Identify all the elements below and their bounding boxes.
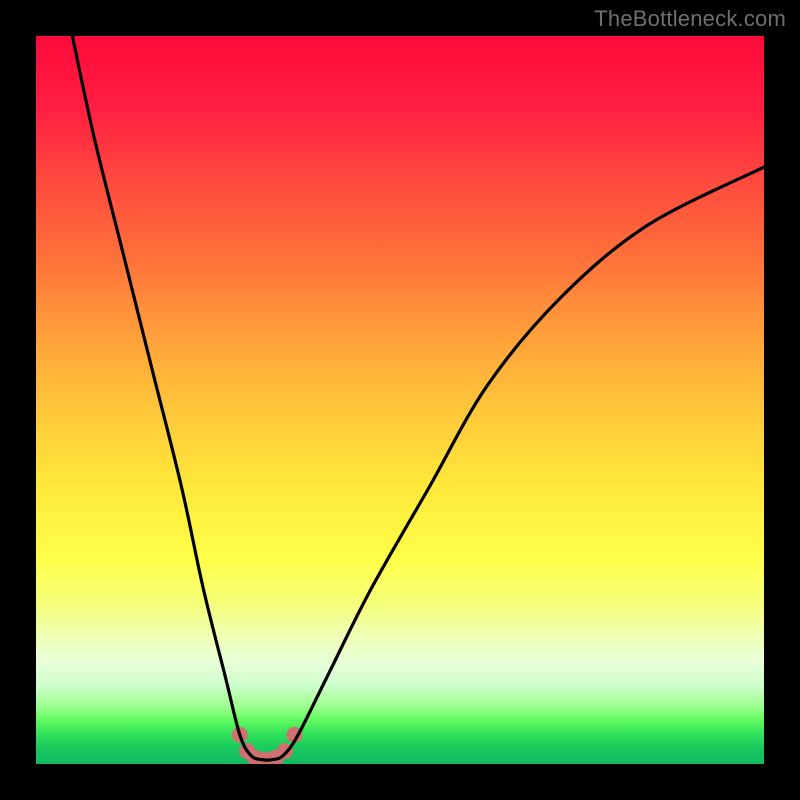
chart-svg	[36, 36, 764, 764]
watermark-text: TheBottleneck.com	[594, 6, 786, 32]
plot-area	[36, 36, 764, 764]
bottleneck-curve	[72, 36, 764, 760]
chart-frame: TheBottleneck.com	[0, 0, 800, 800]
